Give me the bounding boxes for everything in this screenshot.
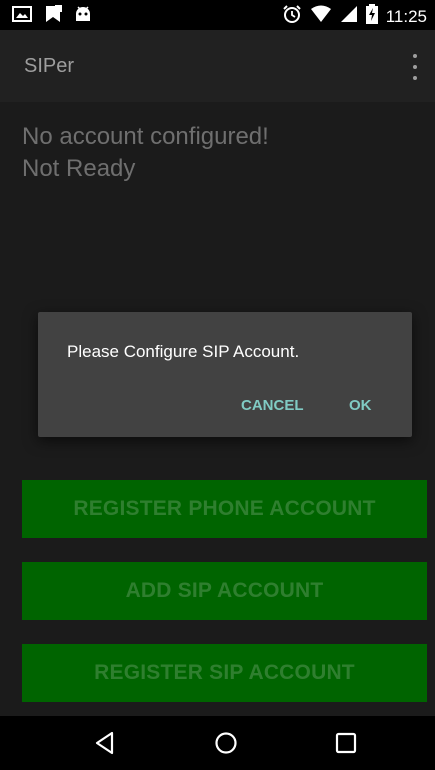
image-icon xyxy=(12,5,32,28)
signal-icon xyxy=(340,5,358,28)
dialog-cancel-button[interactable]: CANCEL xyxy=(241,394,304,418)
app-title: SIPer xyxy=(24,55,75,77)
status-bar: 11:25 xyxy=(0,0,435,30)
status-notifications xyxy=(12,5,92,28)
add-sip-account-button[interactable]: ADD SIP ACCOUNT xyxy=(22,562,427,620)
status-time: 11:25 xyxy=(385,6,427,26)
back-icon[interactable] xyxy=(92,730,118,756)
register-sip-account-button[interactable]: REGISTER SIP ACCOUNT xyxy=(22,644,427,702)
status-system-icons: 11:25 xyxy=(282,4,427,29)
dialog-ok-button[interactable]: OK xyxy=(349,394,372,418)
dialog-message: Please Configure SIP Account. xyxy=(67,342,300,361)
ready-status-text: Not Ready xyxy=(22,155,136,182)
screen: 11:25 SIPer No account configured! Not R… xyxy=(0,0,435,770)
bookmark-notification-icon xyxy=(44,5,62,28)
battery-charging-icon xyxy=(365,4,378,29)
account-status-text: No account configured! xyxy=(22,123,269,150)
app-bar: SIPer xyxy=(0,30,435,102)
home-icon[interactable] xyxy=(213,730,239,756)
configure-dialog: Please Configure SIP Account. CANCEL OK xyxy=(38,312,412,437)
overflow-menu-icon[interactable] xyxy=(409,54,421,80)
navigation-bar xyxy=(0,716,435,770)
android-icon xyxy=(74,5,92,28)
alarm-icon xyxy=(282,4,302,29)
wifi-icon xyxy=(310,5,332,28)
recents-icon[interactable] xyxy=(333,730,359,756)
register-phone-account-button[interactable]: REGISTER PHONE ACCOUNT xyxy=(22,480,427,538)
